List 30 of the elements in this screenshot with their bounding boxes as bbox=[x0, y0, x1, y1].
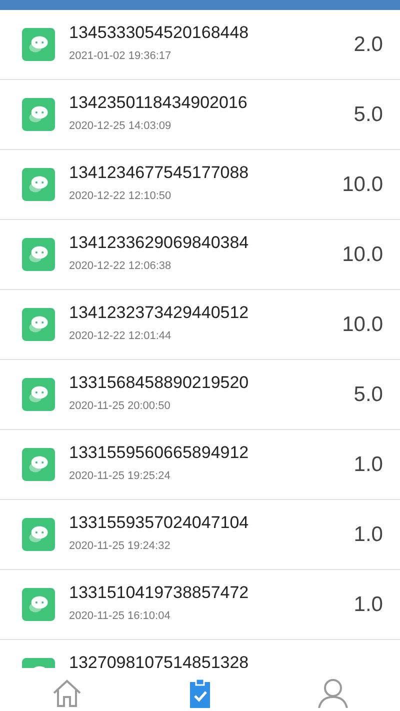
order-time: 2020-12-25 14:03:09 bbox=[69, 120, 172, 132]
order-time: 2021-01-02 19:36:17 bbox=[69, 50, 172, 62]
order-number: 1327098107514851328 bbox=[69, 653, 250, 668]
order-amount: 10.0 bbox=[342, 173, 383, 197]
order-amount: 5.0 bbox=[354, 103, 383, 127]
order-number: 1341233629069840384 bbox=[69, 233, 250, 253]
order-number: 1331510419738857472 bbox=[69, 583, 250, 603]
order-number: 1341232373429440512 bbox=[69, 303, 250, 323]
order-time: 2020-11-25 20:00:50 bbox=[69, 400, 172, 412]
order-amount: 1.0 bbox=[354, 593, 383, 617]
order-time: 2020-12-22 12:06:38 bbox=[69, 260, 172, 272]
order-number: 1341234677545177088 bbox=[69, 163, 250, 183]
order-amount: 1.0 bbox=[354, 453, 383, 477]
order-time: 2020-11-25 19:24:32 bbox=[69, 540, 172, 552]
order-amount: 2.0 bbox=[354, 33, 383, 57]
order-number: 1342350118434902016 bbox=[69, 93, 248, 113]
home-icon bbox=[50, 678, 83, 708]
order-amount: 5.0 bbox=[354, 383, 383, 407]
person-icon bbox=[317, 678, 350, 708]
order-time: 2020-12-22 12:10:50 bbox=[69, 190, 172, 202]
order-number: 1345333054520168448 bbox=[69, 23, 250, 43]
order-amount: 10.0 bbox=[342, 243, 383, 267]
order-amount: 1.0 bbox=[354, 523, 383, 547]
order-time: 2020-12-22 12:01:44 bbox=[69, 330, 172, 342]
order-time: 2020-11-25 19:25:24 bbox=[69, 470, 172, 482]
order-amount: 10.0 bbox=[342, 313, 383, 337]
order-number: 1331559560665894912 bbox=[69, 443, 250, 463]
order-number: 1331559357024047104 bbox=[69, 513, 250, 533]
order-number: 1331568458890219520 bbox=[69, 373, 250, 393]
order-time: 2020-11-25 16:10:04 bbox=[69, 610, 172, 622]
